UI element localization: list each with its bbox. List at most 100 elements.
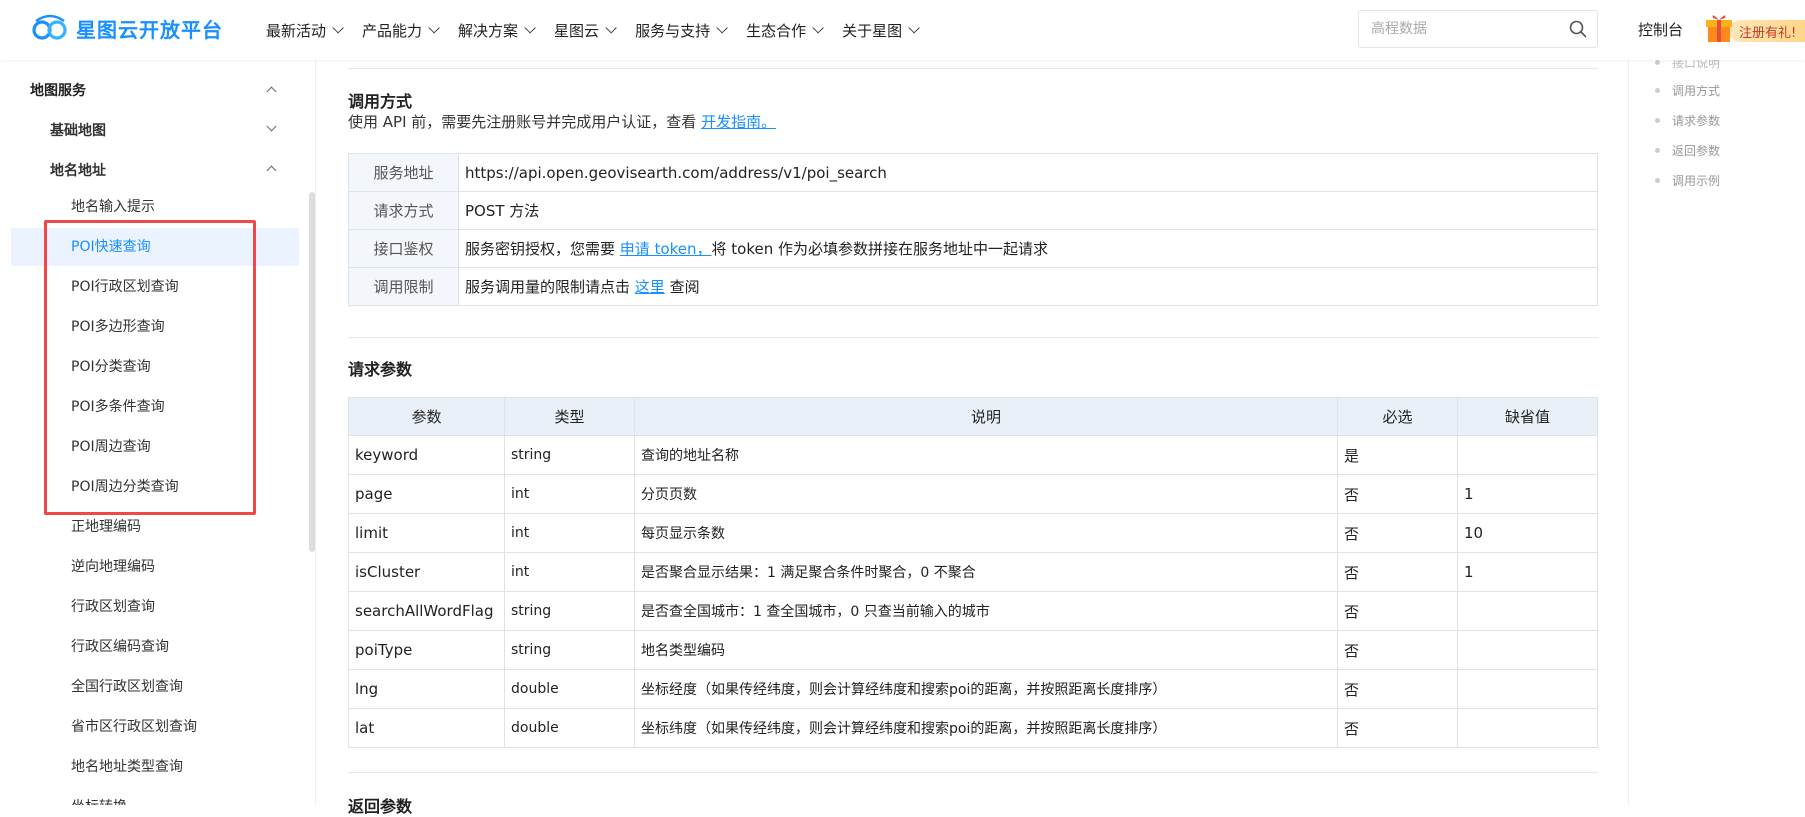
toc-label: 调用方式 bbox=[1672, 84, 1721, 98]
table-row: poiType string 地名类型编码 否 bbox=[348, 630, 1598, 670]
sidebar-item-admin-division-query[interactable]: 行政区划查询 bbox=[11, 588, 299, 626]
param-desc: 地名类型编码 bbox=[634, 630, 1338, 670]
param-name: page bbox=[348, 474, 505, 514]
column-header: 参数 bbox=[348, 397, 505, 436]
param-required: 否 bbox=[1337, 708, 1458, 748]
param-name: lng bbox=[348, 669, 505, 709]
param-type: string bbox=[504, 630, 635, 670]
table-row: 接口鉴权 服务密钥授权，您需要 申请 token，将 token 作为必填参数拼… bbox=[348, 229, 1598, 268]
logo[interactable]: 星图云开放平台 bbox=[30, 13, 223, 43]
apply-token-link[interactable]: 申请 token， bbox=[620, 240, 712, 258]
toc-label: 返回参数 bbox=[1672, 144, 1721, 158]
doc-sidebar: 地图服务 基础地图 地名地址 地名输入提示 POI快速查询 POI行政区划查询 … bbox=[0, 60, 316, 805]
sidebar-group-map-services[interactable]: 地图服务 bbox=[30, 80, 86, 100]
nav-item-solutions[interactable]: 解决方案 bbox=[458, 20, 536, 41]
limit-value: 服务调用量的限制请点击 这里 查阅 bbox=[458, 267, 1598, 306]
table-row: lng double 坐标经度（如果传经纬度，则会计算经纬度和搜索poi的距离，… bbox=[348, 669, 1598, 709]
table-row: searchAllWordFlag string 是否查全国城市：1 查全国城市… bbox=[348, 591, 1598, 631]
sidebar-scrollbar[interactable] bbox=[309, 192, 315, 552]
bullet-icon bbox=[1655, 88, 1660, 93]
nav-item-support[interactable]: 服务与支持 bbox=[635, 20, 728, 41]
sidebar-item-poi-multi-condition-query[interactable]: POI多条件查询 bbox=[11, 388, 299, 426]
chevron-down-icon[interactable] bbox=[266, 121, 277, 132]
bullet-icon bbox=[1655, 60, 1660, 65]
sidebar-item-national-admin-query[interactable]: 全国行政区划查询 bbox=[11, 668, 299, 706]
toc-item-call-example[interactable]: 调用示例 bbox=[1655, 172, 1720, 189]
nav-item-about[interactable]: 关于星图 bbox=[842, 20, 920, 41]
param-type: double bbox=[504, 669, 635, 709]
param-type: int bbox=[504, 513, 635, 553]
nav-item-products[interactable]: 产品能力 bbox=[362, 20, 440, 41]
nav-label: 解决方案 bbox=[458, 21, 519, 40]
table-row: 调用限制 服务调用量的限制请点击 这里 查阅 bbox=[348, 267, 1598, 306]
nav-item-geovis-cloud[interactable]: 星图云 bbox=[554, 20, 617, 41]
auth-text: 将 token 作为必填参数拼接在服务地址中一起请求 bbox=[711, 240, 1048, 258]
register-gift-banner[interactable]: 注册有礼! bbox=[1705, 12, 1805, 46]
limit-text: 服务调用量的限制请点击 bbox=[465, 278, 631, 296]
nav-label: 产品能力 bbox=[362, 21, 423, 40]
nav-label: 生态合作 bbox=[746, 21, 807, 40]
gift-icon bbox=[1706, 15, 1732, 42]
param-name: searchAllWordFlag bbox=[348, 591, 505, 631]
param-type: string bbox=[504, 435, 635, 475]
sidebar-sub-place-address[interactable]: 地名地址 bbox=[50, 160, 106, 180]
toc-item-call-method[interactable]: 调用方式 bbox=[1655, 82, 1720, 99]
nav-label: 星图云 bbox=[554, 21, 600, 40]
chevron-down-icon bbox=[716, 22, 728, 34]
request-params-table: 参数 类型 说明 必选 缺省值 keyword string 查询的地址名称 是… bbox=[348, 397, 1598, 748]
param-required: 否 bbox=[1337, 552, 1458, 592]
param-name: keyword bbox=[348, 435, 505, 475]
toc-item-return-params[interactable]: 返回参数 bbox=[1655, 142, 1720, 159]
nav-item-latest-events[interactable]: 最新活动 bbox=[266, 20, 344, 41]
param-default: 1 bbox=[1457, 474, 1598, 514]
chevron-up-icon[interactable] bbox=[266, 86, 277, 97]
sidebar-item-place-type-query[interactable]: 地名地址类型查询 bbox=[11, 748, 299, 786]
sidebar-item-province-city-admin-query[interactable]: 省市区行政区划查询 bbox=[11, 708, 299, 746]
param-desc: 每页显示条数 bbox=[634, 513, 1338, 553]
limit-here-link[interactable]: 这里 bbox=[635, 278, 665, 296]
chevron-up-icon[interactable] bbox=[266, 165, 277, 176]
table-row: 请求方式 POST 方法 bbox=[348, 191, 1598, 230]
param-required: 否 bbox=[1337, 630, 1458, 670]
nav-item-ecosystem[interactable]: 生态合作 bbox=[746, 20, 824, 41]
toc-item-request-params[interactable]: 请求参数 bbox=[1655, 112, 1720, 129]
method-value: POST 方法 bbox=[458, 191, 1598, 230]
chevron-down-icon bbox=[524, 22, 536, 34]
logo-icon bbox=[32, 14, 67, 40]
sidebar-item-poi-admin-query[interactable]: POI行政区划查询 bbox=[11, 268, 299, 306]
sidebar-item-geocoding[interactable]: 正地理编码 bbox=[11, 508, 299, 546]
limit-text: 查阅 bbox=[669, 278, 700, 296]
console-link[interactable]: 控制台 bbox=[1638, 19, 1683, 40]
sidebar-item-coordinate-convert[interactable]: 坐标转换 bbox=[11, 788, 299, 805]
search-icon[interactable] bbox=[1569, 20, 1587, 38]
sidebar-item-poi-nearby-category-query[interactable]: POI周边分类查询 bbox=[11, 468, 299, 506]
auth-text: 服务密钥授权，您需要 bbox=[465, 240, 616, 258]
table-key: 接口鉴权 bbox=[348, 229, 459, 268]
dev-guide-link[interactable]: 开发指南。 bbox=[701, 113, 776, 131]
sidebar-item-poi-category-query[interactable]: POI分类查询 bbox=[11, 348, 299, 386]
param-type: double bbox=[504, 708, 635, 748]
sidebar-item-poi-quick-query[interactable]: POI快速查询 bbox=[11, 228, 299, 266]
table-header-row: 参数 类型 说明 必选 缺省值 bbox=[348, 397, 1598, 436]
chevron-down-icon bbox=[332, 22, 344, 34]
sidebar-item-poi-nearby-query[interactable]: POI周边查询 bbox=[11, 428, 299, 466]
chevron-down-icon bbox=[908, 22, 920, 34]
table-key: 请求方式 bbox=[348, 191, 459, 230]
top-header: 星图云开放平台 最新活动 产品能力 解决方案 星图云 服务与支持 生态合作 关于… bbox=[0, 0, 1805, 60]
param-desc: 坐标纬度（如果传经纬度，则会计算经纬度和搜索poi的距离，并按照距离长度排序） bbox=[634, 708, 1338, 748]
sidebar-item-place-input-hint[interactable]: 地名输入提示 bbox=[11, 188, 299, 226]
param-required: 是 bbox=[1337, 435, 1458, 475]
call-method-desc: 使用 API 前，需要先注册账号并完成用户认证，查看 开发指南。 bbox=[348, 111, 776, 132]
search-input[interactable] bbox=[1359, 11, 1549, 47]
divider bbox=[348, 337, 1598, 338]
divider bbox=[348, 772, 1598, 773]
nav-label: 服务与支持 bbox=[635, 21, 711, 40]
sidebar-sub-basic-map[interactable]: 基础地图 bbox=[50, 120, 106, 140]
search-box bbox=[1358, 10, 1598, 48]
column-header: 必选 bbox=[1337, 397, 1458, 436]
sidebar-item-reverse-geocoding[interactable]: 逆向地理编码 bbox=[11, 548, 299, 586]
sidebar-item-poi-polygon-query[interactable]: POI多边形查询 bbox=[11, 308, 299, 346]
param-desc: 是否聚合显示结果：1 满足聚合条件时聚合，0 不聚合 bbox=[634, 552, 1338, 592]
auth-value: 服务密钥授权，您需要 申请 token，将 token 作为必填参数拼接在服务地… bbox=[458, 229, 1598, 268]
sidebar-item-admin-code-query[interactable]: 行政区编码查询 bbox=[11, 628, 299, 666]
